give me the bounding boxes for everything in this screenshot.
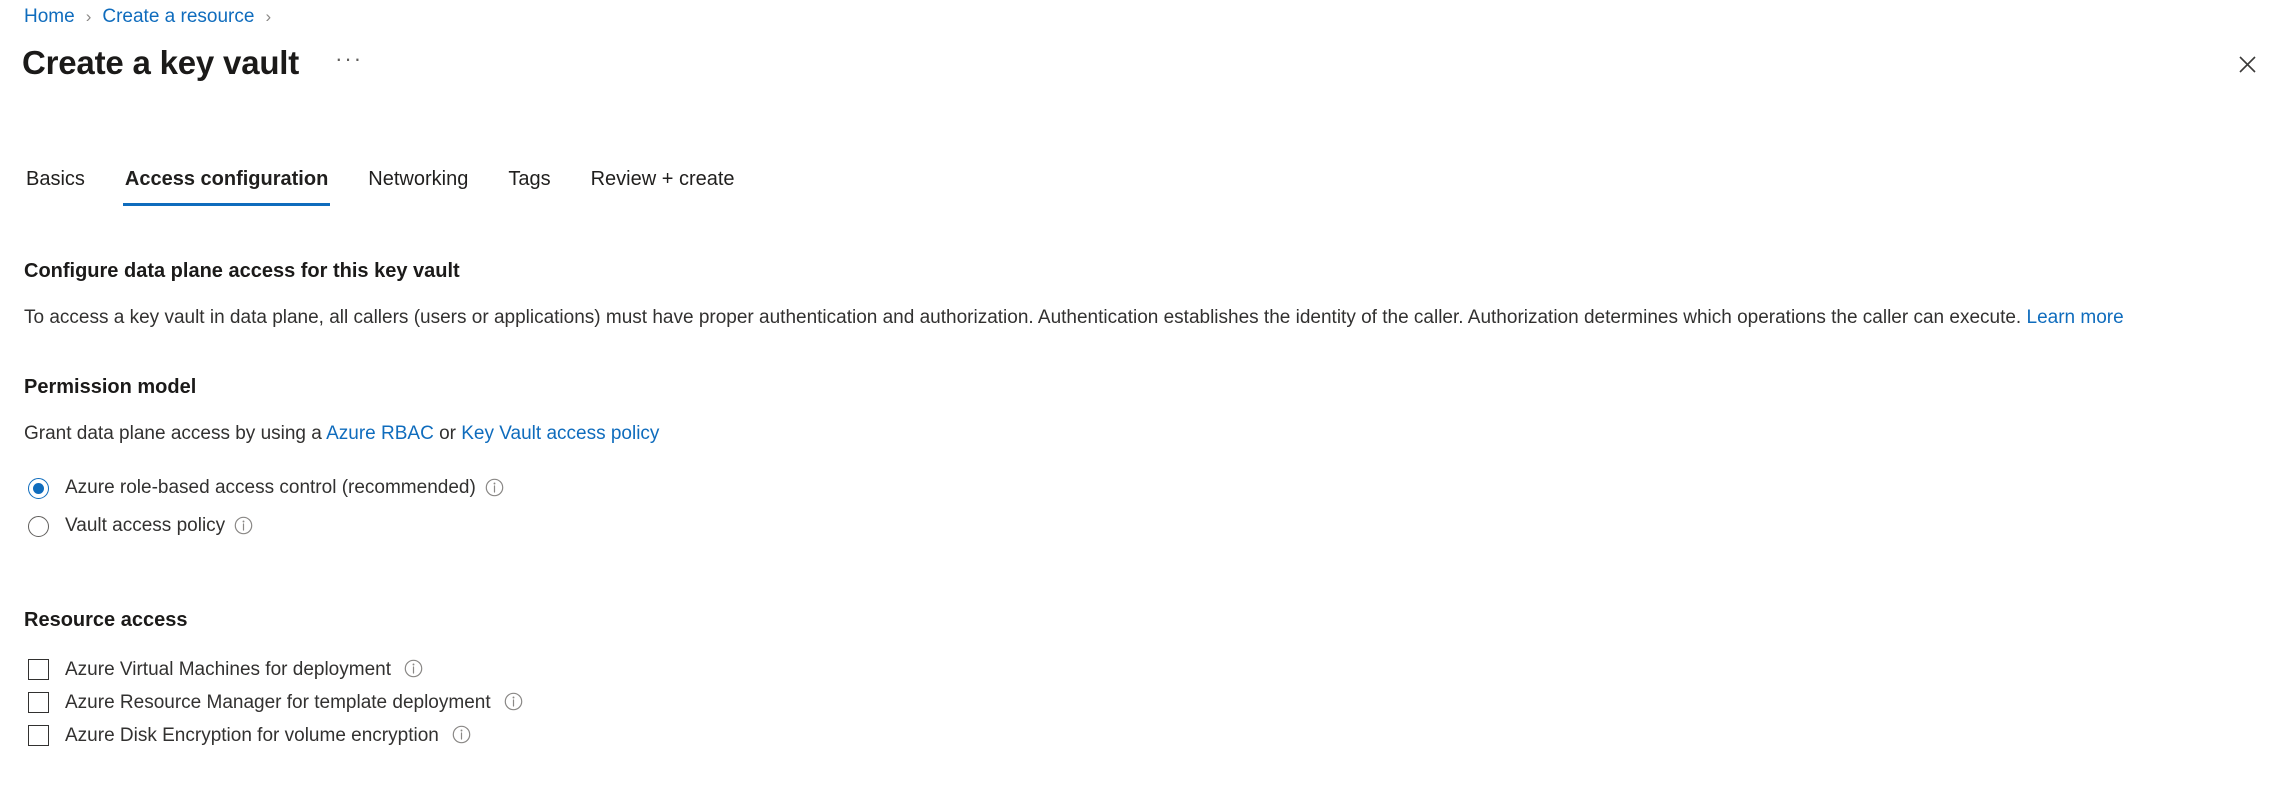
info-icon[interactable]	[234, 516, 253, 535]
resource-access-heading: Resource access	[24, 609, 188, 631]
checkbox-azure-virtual-machines-label: Azure Virtual Machines for deployment	[65, 658, 391, 680]
radio-selected-icon	[28, 477, 49, 499]
key-vault-access-policy-link[interactable]: Key Vault access policy	[461, 423, 659, 444]
azure-rbac-link[interactable]: Azure RBAC	[326, 423, 434, 444]
tab-tags[interactable]: Tags	[506, 162, 552, 206]
checkbox-unchecked-icon	[28, 659, 49, 680]
radio-vault-access-policy-label: Vault access policy	[65, 515, 226, 536]
radio-azure-rbac-label: Azure role-based access control (recomme…	[65, 477, 476, 498]
permission-model-description-prefix: Grant data plane access by using a	[24, 423, 327, 444]
checkbox-azure-resource-manager-label: Azure Resource Manager for template depl…	[65, 691, 491, 713]
page-header: Create a key vault ···	[22, 40, 369, 86]
checkbox-azure-resource-manager[interactable]: Azure Resource Manager for template depl…	[24, 686, 2265, 719]
page-title: Create a key vault	[22, 44, 300, 81]
breadcrumb: Home › Create a resource ›	[24, 2, 282, 32]
configure-data-plane-heading: Configure data plane access for this key…	[24, 260, 460, 282]
info-icon[interactable]	[485, 478, 504, 497]
checkbox-unchecked-icon	[28, 692, 49, 713]
checkbox-azure-disk-encryption[interactable]: Azure Disk Encryption for volume encrypt…	[24, 719, 2265, 752]
tab-networking[interactable]: Networking	[366, 162, 470, 206]
tab-review-create[interactable]: Review + create	[589, 162, 737, 206]
resource-access-section: Resource access Azure Virtual Machines f…	[24, 607, 2265, 752]
permission-model-description: Grant data plane access by using a Azure…	[24, 421, 2265, 447]
info-icon[interactable]	[452, 725, 471, 744]
breadcrumb-separator-icon: ›	[85, 7, 92, 26]
checkbox-azure-virtual-machines[interactable]: Azure Virtual Machines for deployment	[24, 653, 2265, 686]
tab-basics[interactable]: Basics	[24, 162, 87, 206]
breadcrumb-item-home[interactable]: Home	[24, 2, 75, 32]
learn-more-link[interactable]: Learn more	[2027, 307, 2124, 328]
radio-unselected-icon	[28, 515, 49, 537]
info-icon[interactable]	[504, 692, 523, 711]
tab-access-configuration[interactable]: Access configuration	[122, 162, 331, 206]
close-icon	[2238, 55, 2256, 73]
checkbox-unchecked-icon	[28, 725, 49, 746]
intro-paragraph: To access a key vault in data plane, all…	[24, 305, 2265, 331]
checkbox-azure-disk-encryption-label: Azure Disk Encryption for volume encrypt…	[65, 724, 439, 746]
radio-azure-rbac[interactable]: Azure role-based access control (recomme…	[24, 469, 2265, 507]
permission-model-section: Permission model Grant data plane access…	[24, 374, 2265, 545]
permission-model-heading: Permission model	[24, 376, 197, 398]
info-icon[interactable]	[404, 659, 423, 678]
breadcrumb-item-create-a-resource[interactable]: Create a resource	[102, 2, 254, 32]
permission-model-description-middle: or	[433, 423, 462, 444]
more-options-ellipsis-icon[interactable]: ···	[329, 44, 369, 74]
intro-text: To access a key vault in data plane, all…	[24, 307, 2022, 328]
permission-model-radio-group: Azure role-based access control (recomme…	[24, 469, 2265, 545]
main-content: Configure data plane access for this key…	[24, 258, 2265, 752]
close-button[interactable]	[2227, 44, 2267, 84]
radio-vault-access-policy[interactable]: Vault access policy	[24, 507, 2265, 545]
resource-access-checkbox-group: Azure Virtual Machines for deployment Az…	[24, 653, 2265, 752]
tab-bar: Basics Access configuration Networking T…	[24, 160, 737, 206]
breadcrumb-separator-icon: ›	[265, 7, 272, 26]
